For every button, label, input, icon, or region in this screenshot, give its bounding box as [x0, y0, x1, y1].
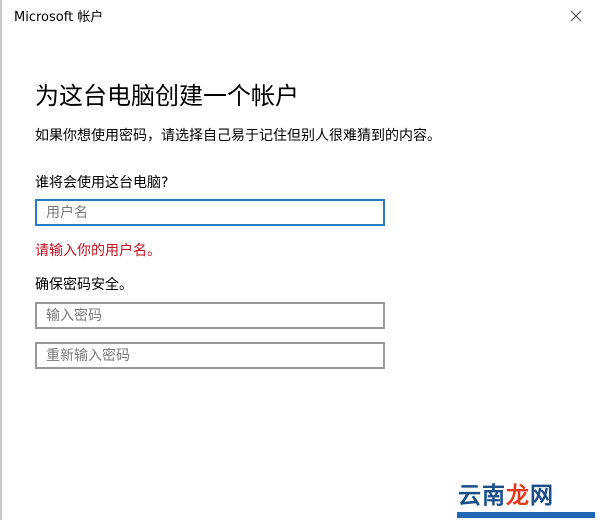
close-icon — [570, 10, 582, 22]
username-error: 请输入你的用户名。 — [35, 243, 161, 259]
watermark-part2: 龙 — [506, 483, 530, 509]
username-question: 谁将会使用这台电脑? — [35, 175, 169, 191]
password-section-label: 确保密码安全。 — [35, 277, 133, 293]
confirm-password-input[interactable] — [35, 342, 385, 369]
page-title: 为这台电脑创建一个帐户 — [35, 82, 299, 110]
watermark-part3: 网 — [530, 483, 554, 509]
watermark-part1: 云南 — [458, 483, 506, 509]
description-text: 如果你想使用密码，请选择自己易于记住但别人很难猜到的内容。 — [35, 128, 441, 144]
window-title: Microsoft 帐户 — [14, 10, 104, 25]
bottom-accent-bar — [457, 512, 595, 518]
title-bar: Microsoft 帐户 — [0, 0, 600, 30]
password-input[interactable] — [35, 302, 385, 329]
watermark-logo: 云南龙网 — [458, 476, 554, 510]
window-left-border — [0, 0, 2, 520]
close-button[interactable] — [556, 2, 596, 30]
username-input[interactable] — [35, 199, 385, 226]
